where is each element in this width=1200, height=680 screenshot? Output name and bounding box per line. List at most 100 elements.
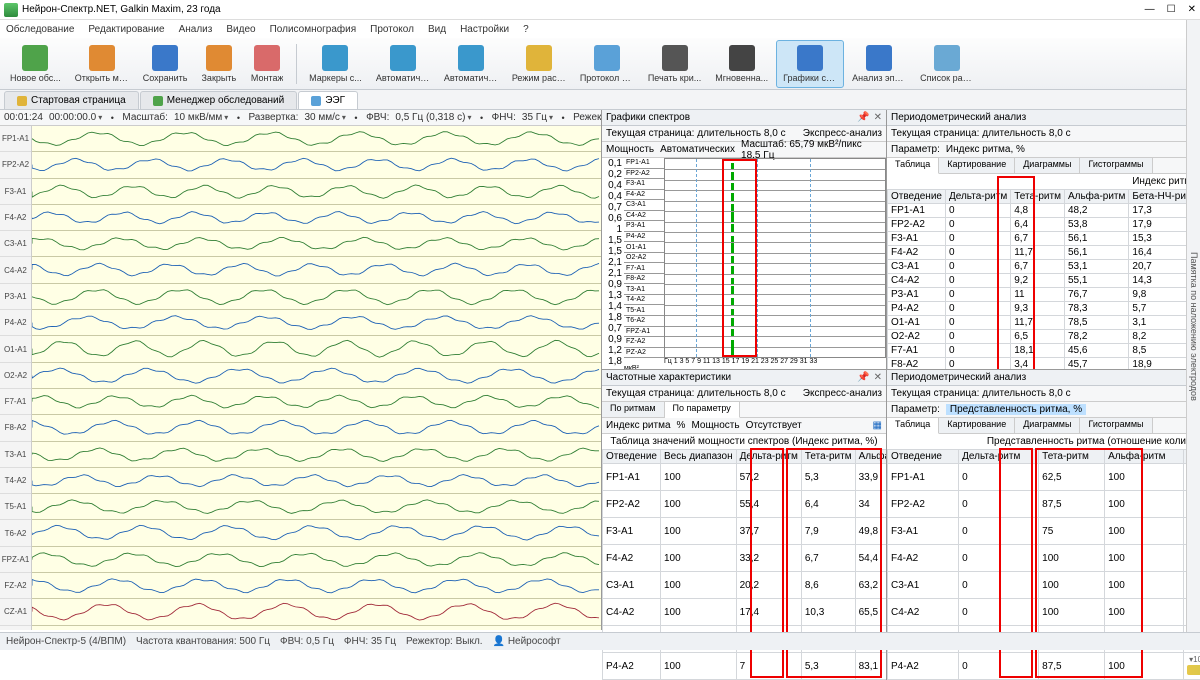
menu-item[interactable]: Настройки: [460, 24, 509, 35]
table-row[interactable]: C4-A210017,410,365,5▾66: [603, 599, 887, 626]
table-row[interactable]: O1-A1011,778,53,13,11006,7: [888, 316, 1200, 330]
toolbar-button[interactable]: Режим расс...: [506, 40, 572, 88]
toolbar-button[interactable]: Автоматиче...: [438, 40, 504, 88]
scale-dropdown[interactable]: 10 мкВ/мм: [174, 112, 228, 123]
toolbar-button[interactable]: Графики сп...: [776, 40, 844, 88]
channel-label[interactable]: F3-A1: [0, 179, 31, 205]
table-row[interactable]: C4-A209,255,114,314,11005,9: [888, 274, 1200, 288]
table-row[interactable]: F4-A2011,756,116,48,21004,7: [888, 246, 1200, 260]
panel-tab[interactable]: Таблица: [887, 418, 939, 434]
table-row[interactable]: F4-A210033,26,754,4▾54: [603, 545, 887, 572]
table-row[interactable]: FP1-A104,848,217,38,310010,0: [888, 204, 1200, 218]
table-row[interactable]: FP2-A210055,46,434▾34: [603, 491, 887, 518]
channel-label[interactable]: F4-A2: [0, 205, 31, 231]
channel-label[interactable]: P3-A1: [0, 284, 31, 310]
table-row[interactable]: F4-A20100100▾100100: [888, 545, 1200, 572]
table-row[interactable]: F3-A1075100▾100100: [888, 518, 1200, 545]
channel-label[interactable]: FP1-A1: [0, 126, 31, 152]
close-icon[interactable]: ✕: [874, 112, 882, 123]
channel-label[interactable]: CZ-A1: [0, 599, 31, 625]
channel-label[interactable]: FZ-A2: [0, 573, 31, 599]
param-dropdown[interactable]: Индекс ритма, %: [946, 144, 1025, 155]
channel-label[interactable]: T5-A1: [0, 494, 31, 520]
param-dropdown[interactable]: Представленность ритма, %: [946, 404, 1086, 415]
menu-item[interactable]: Анализ: [179, 24, 213, 35]
sweep-dropdown[interactable]: 30 мм/с: [304, 112, 345, 123]
maximize-button[interactable]: ☐: [1167, 4, 1176, 15]
table-row[interactable]: F3-A106,756,115,38,81008,9: [888, 232, 1200, 246]
table-row[interactable]: FP1-A1062,5100▾100100: [888, 464, 1200, 491]
toolbar-button[interactable]: Анализ эпи...: [846, 40, 912, 88]
channel-label[interactable]: F7-A1: [0, 389, 31, 415]
hpf-dropdown[interactable]: 0,5 Гц (0,318 с): [395, 112, 471, 123]
channel-label[interactable]: P4-A2: [0, 310, 31, 336]
document-tab[interactable]: Менеджер обследований: [140, 91, 298, 109]
toolbar-button[interactable]: Открыть ме...: [69, 40, 135, 88]
channel-label[interactable]: F8-A2: [0, 415, 31, 441]
channel-label[interactable]: T3-A1: [0, 442, 31, 468]
table-row[interactable]: P4-A210075,383,1▾83: [603, 653, 887, 680]
channel-label[interactable]: T4-A2: [0, 468, 31, 494]
menu-item[interactable]: Видео: [226, 24, 255, 35]
menu-item[interactable]: Редактирование: [88, 24, 164, 35]
table-row[interactable]: F3-A110037,77,949,8▾50: [603, 518, 887, 545]
panel-tab[interactable]: Картирование: [939, 418, 1015, 433]
channel-label[interactable]: C3-A1: [0, 231, 31, 257]
menu-item[interactable]: Обследование: [6, 24, 74, 35]
table-row[interactable]: C3-A106,753,120,710,11007,9: [888, 260, 1200, 274]
toolbar-button[interactable]: Монтаж: [244, 40, 290, 88]
toolbar-button[interactable]: Сохранить: [137, 40, 194, 88]
panel-tab[interactable]: Таблица: [887, 158, 939, 174]
panel-tab[interactable]: Гистограммы: [1080, 418, 1152, 433]
table-row[interactable]: F7-A1018,145,68,510,11002,5: [888, 344, 1200, 358]
panel-tab[interactable]: Гистограммы: [1080, 158, 1152, 173]
lpf-dropdown[interactable]: 35 Гц: [522, 112, 553, 123]
panel-tab[interactable]: Картирование: [939, 158, 1015, 173]
toolbar-button[interactable]: Новое обс...: [4, 40, 67, 88]
toolbar-button[interactable]: Закрыть: [196, 40, 243, 88]
channel-label[interactable]: O2-A2: [0, 363, 31, 389]
grid-icon[interactable]: ▦: [873, 420, 882, 431]
toolbar-button[interactable]: Протокол п...: [574, 40, 640, 88]
close-icon[interactable]: ✕: [874, 372, 882, 383]
table-row[interactable]: P4-A209,378,35,76,51008,4: [888, 302, 1200, 316]
menu-item[interactable]: Полисомнография: [270, 24, 357, 35]
table-row[interactable]: C3-A110020,28,663,2▾63: [603, 572, 887, 599]
toolbar-button[interactable]: Мгновенна...: [709, 40, 774, 88]
close-button[interactable]: ✕: [1188, 4, 1196, 15]
toolbar-button[interactable]: Автоматиче...: [370, 40, 436, 88]
auto-dropdown[interactable]: Автоматических: [660, 144, 735, 155]
table-row[interactable]: P3-A101176,79,81,21007,0: [888, 288, 1200, 302]
menu-item[interactable]: Протокол: [370, 24, 414, 35]
panel-tab[interactable]: Диаграммы: [1015, 158, 1080, 173]
pin-icon[interactable]: 📌: [857, 112, 869, 123]
eeg-time2[interactable]: 00:00:00.0: [49, 112, 102, 123]
toolbar-button[interactable]: Маркеры с...: [303, 40, 368, 88]
toolbar-button[interactable]: Список раб...: [914, 40, 980, 88]
pin-icon[interactable]: 📌: [857, 372, 869, 383]
panel-tab[interactable]: По ритмам: [602, 402, 665, 417]
channel-label[interactable]: FP2-A2: [0, 152, 31, 178]
menu-item[interactable]: Вид: [428, 24, 446, 35]
channel-label[interactable]: O1-A1: [0, 336, 31, 362]
channel-label[interactable]: PZ-A2: [0, 626, 31, 630]
toolbar-button[interactable]: Печать кри...: [642, 40, 707, 88]
waveform-area[interactable]: [32, 126, 601, 630]
menu-item[interactable]: ?: [523, 24, 529, 35]
channel-label[interactable]: T6-A2: [0, 520, 31, 546]
table-row[interactable]: FP2-A206,453,817,99,21008,4: [888, 218, 1200, 232]
minimize-button[interactable]: —: [1145, 4, 1155, 15]
panel-tab[interactable]: По параметру: [665, 402, 740, 418]
panel-tab[interactable]: Диаграммы: [1015, 418, 1080, 433]
table-row[interactable]: F8-A203,445,718,911,410013,1: [888, 358, 1200, 370]
table-row[interactable]: P4-A2087,5100▾10050: [888, 653, 1200, 680]
channel-label[interactable]: C4-A2: [0, 257, 31, 283]
document-tab[interactable]: ЭЭГ: [298, 91, 358, 109]
express-dropdown[interactable]: Экспресс-анализ: [803, 128, 882, 139]
table-row[interactable]: FP1-A110057,25,333,9▾34: [603, 464, 887, 491]
power-dropdown[interactable]: Мощность: [606, 144, 654, 155]
channel-label[interactable]: FPZ-A1: [0, 547, 31, 573]
table-row[interactable]: O2-A206,578,28,25,310012,1: [888, 330, 1200, 344]
side-memo-strip[interactable]: Памятка по наложению электродов: [1186, 20, 1200, 632]
table-row[interactable]: FP2-A2087,5100▾100100: [888, 491, 1200, 518]
